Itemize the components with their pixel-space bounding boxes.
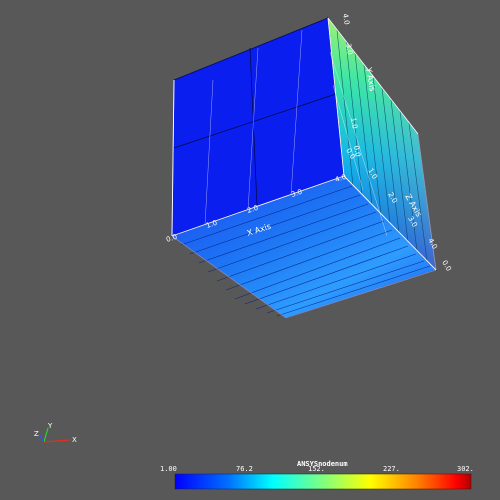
y-tick-4: 4.0 xyxy=(341,13,351,25)
colorbar: ANSYSnodenum 1.00 76.2 152. 227. 302. xyxy=(160,460,474,490)
z-tick-end: 0.0 xyxy=(440,259,452,273)
render-viewport[interactable]: 0.0 1.0 2.0 3.0 4.0 X Axis 4.0 3.0 Y Axi… xyxy=(0,0,500,500)
mesh-cube[interactable] xyxy=(171,16,437,319)
colorbar-label-2: 152. xyxy=(308,465,325,473)
colorbar-label-0: 1.00 xyxy=(160,465,177,473)
orientation-triad: X Y Z xyxy=(34,422,77,444)
triad-y-label: Y xyxy=(47,422,53,430)
triad-x-label: X xyxy=(72,436,77,444)
x-tick-0: 0.0 xyxy=(165,233,178,244)
colorbar-gradient xyxy=(174,473,472,490)
colorbar-label-1: 76.2 xyxy=(236,465,253,473)
triad-z-label: Z xyxy=(34,430,39,438)
colorbar-label-4: 302. xyxy=(457,465,474,473)
colorbar-label-3: 227. xyxy=(383,465,400,473)
